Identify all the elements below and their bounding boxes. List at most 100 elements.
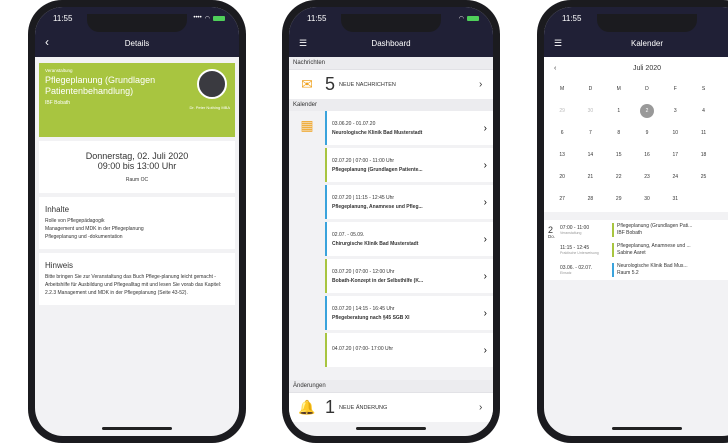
day-cell[interactable]: 17 [661, 146, 689, 168]
day-number: 6 [560, 130, 564, 136]
day-cell[interactable]: 31 [661, 190, 689, 212]
day-cell[interactable]: 24 [661, 168, 689, 190]
phone-details: 11:55 •••• ◠ ‹ Details Veranstaltung Pflege… [28, 0, 246, 443]
day-cell[interactable]: 30 [633, 190, 661, 212]
calendar-entry[interactable]: 03.06.20 - 01.07.20 Neurologische Klinik … [325, 111, 493, 145]
day-cell[interactable]: 4 [689, 102, 717, 124]
agenda-sub: Sabine Aaret [617, 250, 646, 256]
day-cell[interactable]: 23 [633, 168, 661, 190]
home-indicator [102, 427, 172, 430]
section-heading: Hinweis [45, 261, 74, 270]
day-cell[interactable]: 5 [718, 102, 728, 124]
content-section: Inhalte Rolle von Pflegepädagogik Manage… [39, 197, 235, 249]
day-number: 30 [587, 108, 594, 114]
mail-icon: ✉ [301, 76, 313, 92]
chevron-right-icon: › [483, 122, 487, 134]
day-cell[interactable]: 27 [548, 190, 576, 212]
calendar-entry[interactable]: 04.07.20 | 07:00- 17:00 Uhr › [325, 333, 493, 367]
day-cell[interactable]: 29 [548, 102, 576, 124]
day-cell[interactable]: 22 [605, 168, 633, 190]
back-icon[interactable]: ‹ [45, 35, 49, 49]
calendar-entry[interactable]: 03.07.20 | 14:15 - 16:45 Uhr Pflegeberatu… [325, 296, 493, 330]
weekday-label: D [645, 86, 649, 92]
day-cell[interactable]: 10 [661, 124, 689, 146]
menu-icon[interactable]: ☰ [554, 38, 562, 49]
day-cell[interactable]: 20 [548, 168, 576, 190]
day-cell[interactable]: 3 [661, 102, 689, 124]
section-label-messages: Nachrichten [289, 57, 493, 69]
agenda-item[interactable]: 03.06. - 02.07. Einsatz Neurologische Klin… [544, 260, 728, 280]
agenda-type: Einsatz [560, 271, 572, 275]
agenda-title: Pflegeplanung, Anamnese und ... [617, 243, 691, 249]
day-cell[interactable]: 11 [689, 124, 717, 146]
calendar-entry[interactable]: 02.07.20 | 07:00 - 11:00 Uhr Pflegeplanun… [325, 148, 493, 182]
day-cell[interactable]: 6 [548, 124, 576, 146]
day-cell[interactable]: 25 [689, 168, 717, 190]
messages-row[interactable]: ✉ 5 NEUE NACHRICHTEN › [289, 69, 493, 99]
entry-date: 03.07.20 | 07:00 - 12:00 Uhr [332, 268, 395, 275]
changes-row[interactable]: 🔔 1 NEUE ÄNDERUNG › [289, 392, 493, 422]
chevron-right-icon: › [483, 344, 487, 356]
day-cell[interactable]: 21 [576, 168, 604, 190]
day-cell[interactable]: 8 [605, 124, 633, 146]
chevron-right-icon: › [479, 402, 483, 413]
day-cell[interactable]: 26 [718, 168, 728, 190]
change-count: 1 [325, 397, 336, 417]
entry-title: Chirurgische Klinik Bad Musterstadt [332, 240, 419, 247]
day-cell[interactable]: 2 [633, 102, 661, 124]
day-cell[interactable]: 9 [633, 124, 661, 146]
day-number: 10 [672, 130, 679, 136]
day-cell[interactable]: 13 [548, 146, 576, 168]
calendar-entry[interactable]: 03.07.20 | 07:00 - 12:00 Uhr Bobath-Konze… [325, 259, 493, 293]
day-cell[interactable]: 12 [718, 124, 728, 146]
day-cell[interactable]: 15 [605, 146, 633, 168]
day-number: 17 [672, 152, 679, 158]
day-number: 29 [615, 196, 622, 202]
chevron-right-icon: › [479, 79, 483, 90]
day-cell[interactable]: 19 [718, 146, 728, 168]
entry-date: 03.07.20 | 14:15 - 16:45 Uhr [332, 305, 395, 312]
agenda-item[interactable]: 11:15 - 12:45 Praktische Unterweisung Pfle… [544, 240, 728, 260]
day-cell[interactable]: 18 [689, 146, 717, 168]
section-label-calendar: Kalender [289, 99, 493, 111]
section-label-changes: Änderungen [289, 380, 493, 392]
battery-icon [213, 15, 225, 21]
menu-icon[interactable]: ☰ [299, 38, 307, 49]
section-body: Bitte bringen Sie zur Veranstaltung das … [45, 274, 222, 296]
day-cell[interactable] [718, 190, 728, 212]
entry-title: Pflegeplanung (Grundlagen Patiente... [332, 166, 423, 173]
status-time: 11:55 [53, 13, 73, 23]
day-cell[interactable] [689, 190, 717, 212]
calendar-entry[interactable]: 02.07.20 | 11:15 - 12:45 Uhr Pflegeplanun… [325, 185, 493, 219]
entry-date: 03.06.20 - 01.07.20 [332, 120, 376, 127]
calendar-entry[interactable]: 02.07. - 05.09. Chirurgische Klinik Bad M… [325, 222, 493, 256]
day-number: 1 [617, 108, 621, 114]
day-number: 28 [587, 196, 594, 202]
notch [87, 14, 187, 32]
day-cell[interactable]: 16 [633, 146, 661, 168]
day-number: 20 [559, 174, 565, 180]
day-number: 7 [589, 130, 592, 136]
month-label: Juli 2020 [632, 65, 662, 72]
avatar [197, 69, 227, 99]
day-cell[interactable]: 29 [605, 190, 633, 212]
weekday-label: D [588, 86, 593, 92]
weekday-label: M [616, 86, 621, 92]
day-cell[interactable]: 28 [576, 190, 604, 212]
event-date: Donnerstag, 02. Juli 2020 [85, 151, 189, 161]
day-cell[interactable]: 1 [605, 102, 633, 124]
day-number: 27 [559, 196, 565, 202]
status-time: 11:55 [307, 13, 327, 23]
day-cell[interactable]: 30 [576, 102, 604, 124]
day-cell[interactable]: 14 [576, 146, 604, 168]
section-heading: Inhalte [45, 205, 70, 214]
weekday-label: M [560, 86, 565, 92]
day-cell[interactable]: 7 [576, 124, 604, 146]
home-indicator [356, 427, 426, 430]
agenda-sub: Raum 5.2 [617, 270, 639, 276]
weekday-label: F [673, 86, 677, 92]
entry-date: 02.07.20 | 11:15 - 12:45 Uhr [332, 194, 395, 201]
agenda-item[interactable]: 2 07:00 - 11:00 Veranstaltung Pflegeplanung… [544, 220, 728, 240]
prev-month-icon[interactable]: ‹ [554, 65, 556, 72]
day-number: 3 [673, 108, 677, 114]
